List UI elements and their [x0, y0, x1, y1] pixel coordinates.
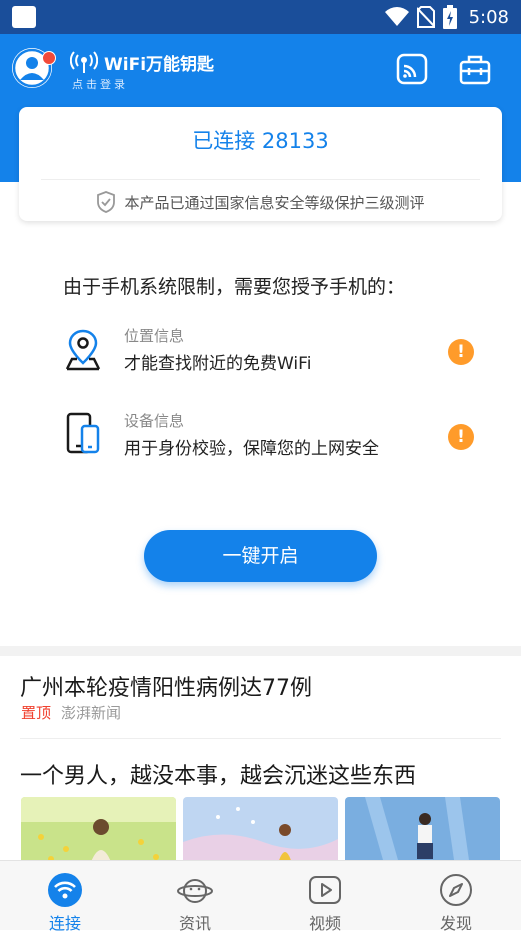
tab-label: 连接: [48, 914, 81, 933]
news-thumbnail[interactable]: [345, 797, 500, 867]
light-rays-image: [345, 797, 500, 867]
bottom-tab-bar: 连接 资讯 视频 发现: [0, 860, 521, 933]
enable-all-button[interactable]: 一键开启: [144, 530, 377, 582]
tab-discover[interactable]: 发现: [391, 861, 521, 933]
flower-field-image: [21, 797, 176, 867]
security-notice: 本产品已通过国家信息安全等级保护三级测评: [19, 191, 502, 213]
phone-device-icon: [66, 412, 100, 454]
news-item-meta: 置顶 澎湃新闻: [21, 702, 121, 723]
section-separator: [0, 646, 521, 656]
app-brand: WiFi万能钥匙: [70, 50, 214, 75]
sky-girl-image: [183, 797, 338, 867]
shield-check-icon: [97, 191, 116, 213]
scan-wifi-icon[interactable]: [395, 52, 429, 86]
connection-status[interactable]: 已连接 28133: [19, 125, 502, 155]
permission-label: 位置信息: [124, 327, 185, 345]
tab-label: 视频: [308, 914, 341, 933]
wifi-signal-icon: [384, 7, 409, 27]
news-thumbnail[interactable]: [183, 797, 338, 867]
status-bar: 5:08: [0, 0, 521, 34]
security-notice-text: 本产品已通过国家信息安全等级保护三级测评: [124, 193, 425, 212]
warning-icon: !: [448, 424, 474, 450]
news-item-title[interactable]: 广州本轮疫情阳性病例达77例: [20, 670, 312, 702]
wifi-key-logo-icon: [70, 50, 98, 73]
toolbox-icon[interactable]: [458, 52, 492, 86]
divider: [20, 738, 501, 739]
compass-icon: [440, 874, 472, 906]
pinned-tag: 置顶: [21, 704, 52, 722]
notification-icon: [12, 6, 36, 28]
status-icons: 5:08: [384, 0, 509, 34]
tab-label: 发现: [439, 914, 472, 933]
news-thumbnail[interactable]: [21, 797, 176, 867]
wifi-icon: [48, 873, 82, 907]
permission-desc: 才能查找附近的免费WiFi: [124, 354, 312, 374]
status-time: 5:08: [468, 6, 509, 28]
tab-video[interactable]: 视频: [260, 861, 390, 933]
connection-card: 已连接 28133 本产品已通过国家信息安全等级保护三级测评: [19, 107, 502, 221]
play-icon: [309, 876, 341, 904]
notification-dot: [42, 51, 56, 65]
planet-icon: [177, 879, 213, 903]
tab-connect[interactable]: 连接: [0, 861, 130, 933]
permission-desc: 用于身份校验，保障您的上网安全: [124, 439, 379, 459]
tab-label: 资讯: [178, 914, 211, 933]
warning-icon: !: [448, 339, 474, 365]
news-source: 澎湃新闻: [61, 704, 122, 722]
tab-news[interactable]: 资讯: [130, 861, 260, 933]
app-name: WiFi万能钥匙: [104, 55, 215, 75]
permission-label: 设备信息: [124, 412, 185, 430]
location-pin-icon: [65, 329, 101, 371]
battery-charging-icon: [442, 5, 457, 29]
divider: [41, 179, 480, 180]
permission-item-location[interactable]: 位置信息 才能查找附近的免费WiFi !: [64, 325, 474, 385]
login-link[interactable]: 点击登录: [72, 76, 128, 92]
permission-item-device[interactable]: 设备信息 用于身份校验，保障您的上网安全 !: [64, 410, 474, 470]
news-item-title[interactable]: 一个男人，越没本事，越会沉迷这些东西: [20, 758, 416, 790]
permission-title: 由于手机系统限制，需要您授予手机的：: [63, 276, 406, 298]
no-sim-icon: [416, 6, 435, 28]
